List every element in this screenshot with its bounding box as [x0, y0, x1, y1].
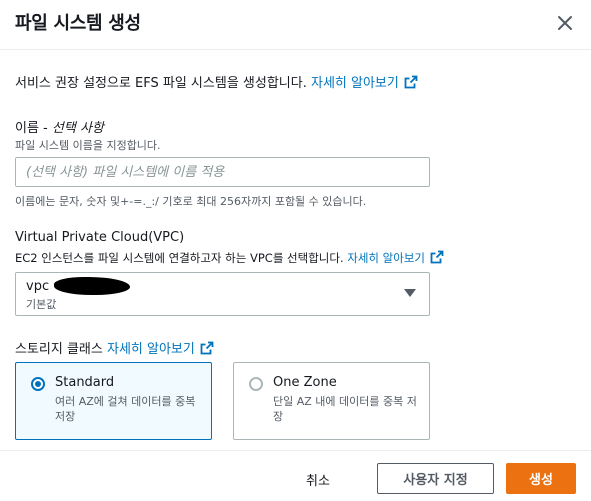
name-label-text: 이름	[15, 121, 39, 136]
customize-button[interactable]: 사용자 지정	[377, 463, 494, 494]
caret-down-icon	[404, 289, 416, 297]
storage-option-description: 여러 AZ에 걸쳐 데이터를 중복 저장	[55, 395, 196, 423]
intro-description: 서비스 권장 설정으로 EFS 파일 시스템을 생성합니다.	[15, 76, 307, 91]
storage-option-description: 단일 AZ 내에 데이터를 중복 저장	[273, 395, 417, 423]
vpc-selected-subtext: 기본값	[26, 298, 57, 311]
storage-option-title: One Zone	[273, 375, 337, 390]
name-label-optional: 선택 사항	[51, 121, 104, 136]
vpc-description-text: EC2 인스턴스를 파일 시스템에 연결하고자 하는 VPC를 선택합니다.	[15, 251, 344, 265]
storage-option-standard[interactable]: Standard 여러 AZ에 걸쳐 데이터를 중복 저장	[15, 362, 212, 440]
vpc-select[interactable]: vpc 기본값	[15, 272, 430, 316]
external-link-icon	[404, 75, 418, 93]
name-description: 파일 시스템 이름을 지정합니다.	[15, 139, 161, 152]
vpc-selected-value: vpc	[26, 279, 50, 294]
intro-learn-more-label: 자세히 알아보기	[310, 76, 399, 91]
name-label: 이름 - 선택 사항	[15, 117, 104, 136]
vpc-label: Virtual Private Cloud(VPC)	[15, 230, 185, 245]
cancel-button[interactable]: 취소	[306, 470, 330, 489]
name-label-separator: -	[38, 121, 52, 136]
storage-class-label-text: 스토리지 클래스	[15, 342, 103, 357]
name-constraint-text: 이름에는 문자, 숫자 및+-=._:/ 기호로 최대 256자까지 포함될 수…	[15, 195, 367, 208]
storage-option-title: Standard	[55, 375, 115, 390]
modal-header: 파일 시스템 생성	[0, 0, 591, 50]
create-button[interactable]: 생성	[506, 463, 576, 494]
vpc-learn-more-link[interactable]: 자세히 알아보기	[347, 250, 444, 267]
intro-text: 서비스 권장 설정으로 EFS 파일 시스템을 생성합니다. 자세히 알아보기	[15, 72, 418, 93]
redaction-mark	[54, 277, 130, 295]
intro-learn-more-link[interactable]: 자세히 알아보기	[310, 75, 418, 93]
storage-option-one-zone[interactable]: One Zone 단일 AZ 내에 데이터를 중복 저장	[233, 362, 430, 440]
storage-class-learn-more-label: 자세히 알아보기	[107, 342, 195, 357]
external-link-icon	[430, 250, 444, 267]
modal-title: 파일 시스템 생성	[15, 13, 141, 34]
radio-unchecked-icon[interactable]	[249, 377, 263, 391]
vpc-description: EC2 인스턴스를 파일 시스템에 연결하고자 하는 VPC를 선택합니다. 자…	[15, 250, 444, 267]
storage-class-label: 스토리지 클래스 자세히 알아보기	[15, 338, 214, 359]
storage-class-learn-more-link[interactable]: 자세히 알아보기	[107, 341, 214, 359]
close-icon[interactable]	[556, 14, 574, 32]
file-system-name-input[interactable]	[15, 157, 430, 187]
external-link-icon	[200, 341, 214, 359]
radio-checked-icon[interactable]	[31, 377, 45, 391]
vpc-learn-more-label: 자세히 알아보기	[347, 251, 425, 265]
modal-footer	[0, 450, 591, 501]
